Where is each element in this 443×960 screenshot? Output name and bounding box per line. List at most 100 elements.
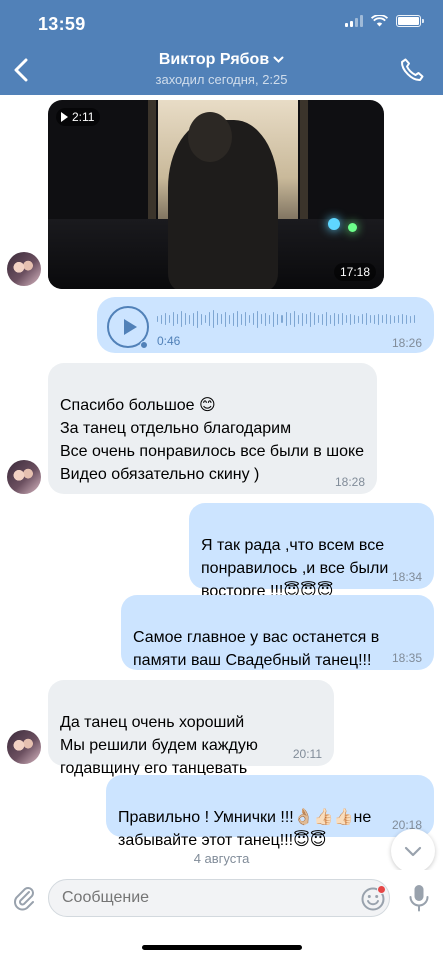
waveform-bar [385, 314, 387, 324]
avatar[interactable] [7, 460, 41, 494]
home-indicator [142, 945, 302, 950]
waveform-bar [281, 315, 283, 323]
avatar[interactable] [7, 730, 41, 764]
waveform-bar [217, 313, 219, 325]
waveform-bar [333, 312, 335, 326]
waveform-bar [185, 313, 187, 325]
waveform-bar [213, 310, 215, 328]
waveform-bar [353, 314, 355, 324]
voice-waveform[interactable] [157, 309, 417, 329]
waveform-bar [197, 310, 199, 328]
waveform-bar [341, 313, 343, 325]
waveform-bar [165, 313, 167, 325]
waveform-bar [321, 313, 323, 325]
wifi-icon [371, 15, 388, 27]
status-time: 13:59 [38, 14, 86, 34]
message-bubble[interactable]: Я так рада ,что всем все понравилось ,и … [189, 503, 434, 600]
message-text: Я так рада ,что всем все понравилось ,и … [201, 537, 389, 600]
voice-duration: 0:46 [157, 334, 181, 348]
message-time: 18:28 [334, 475, 365, 489]
video-duration: 2:11 [72, 110, 95, 124]
signal-icon [345, 15, 363, 27]
waveform-bar [181, 311, 183, 327]
video-message[interactable]: 2:11 17:18 [48, 100, 384, 289]
waveform-bar [397, 315, 399, 323]
message-text: Да танец очень хороший Мы решили будем к… [60, 714, 258, 777]
waveform-bar [293, 311, 295, 327]
message-list[interactable]: 2:11 17:18 0:46 18:26 Спасибо большое 😊 … [0, 95, 443, 873]
waveform-bar [225, 311, 227, 327]
waveform-bar [253, 313, 255, 325]
waveform-bar [357, 315, 359, 323]
waveform-bar [361, 314, 363, 324]
contact-status: заходил сегодня, 2:25 [155, 72, 288, 87]
message-time: 18:34 [391, 570, 422, 584]
waveform-bar [389, 314, 391, 324]
phone-icon [401, 58, 424, 81]
attach-button[interactable] [10, 883, 38, 911]
message-text: Правильно ! Умнички !!!👌🏼👍🏻👍🏻не забывайт… [118, 809, 372, 849]
waveform-bar [201, 313, 203, 325]
status-icons [345, 15, 424, 27]
message-text: Спасибо большое 😊 За танец отдельно благ… [60, 397, 365, 483]
message-time: 17:18 [333, 263, 376, 281]
message-bubble[interactable]: Самое главное у вас останется в памяти в… [121, 595, 434, 670]
voice-message: 0:46 18:26 [97, 297, 434, 353]
waveform-bar [377, 313, 379, 325]
avatar[interactable] [7, 252, 41, 286]
message-input[interactable] [48, 879, 390, 917]
waveform-bar [205, 315, 207, 323]
waveform-bar [393, 315, 395, 323]
waveform-bar [177, 314, 179, 324]
waveform-bar [401, 314, 403, 324]
waveform-bar [261, 314, 263, 324]
message-bubble[interactable]: Да танец очень хороший Мы решили будем к… [48, 680, 334, 777]
message-text: Самое главное у вас останется в памяти в… [133, 629, 380, 669]
waveform-bar [269, 314, 271, 324]
waveform-bar [233, 312, 235, 326]
waveform-bar [329, 314, 331, 324]
waveform-bar [161, 314, 163, 324]
waveform-bar [169, 315, 171, 323]
microphone-icon [409, 885, 429, 912]
waveform-bar [277, 313, 279, 325]
waveform-bar [313, 313, 315, 325]
waveform-bar [297, 314, 299, 324]
waveform-bar [221, 314, 223, 324]
waveform-bar [345, 315, 347, 323]
waveform-bar [409, 315, 411, 323]
waveform-bar [173, 312, 175, 326]
message-bubble[interactable]: Спасибо большое 😊 За танец отдельно благ… [48, 363, 377, 494]
waveform-bar [349, 313, 351, 325]
contact-name-row: Виктор Рябов [159, 51, 284, 69]
waveform-bar [337, 314, 339, 324]
chevron-down-icon [404, 846, 422, 856]
message-time: 18:35 [391, 651, 422, 665]
waveform-bar [193, 312, 195, 326]
waveform-bar [229, 314, 231, 324]
video-duration-badge: 2:11 [56, 108, 101, 126]
waveform-bar [317, 315, 319, 323]
waveform-bar [241, 313, 243, 325]
date-separator: 4 августа [193, 851, 250, 866]
waveform-bar [373, 314, 375, 324]
message-bubble[interactable]: Правильно ! Умнички !!!👌🏼👍🏻👍🏻не забывайт… [106, 775, 434, 849]
waveform-bar [289, 313, 291, 325]
play-icon [123, 319, 137, 335]
waveform-bar [369, 315, 371, 323]
message-composer [0, 870, 443, 960]
voice-record-button[interactable] [405, 883, 433, 913]
battery-icon [396, 15, 424, 27]
waveform-bar [209, 312, 211, 326]
waveform-bar [285, 312, 287, 326]
waveform-bar [237, 311, 239, 327]
contact-info[interactable]: Виктор Рябов заходил сегодня, 2:25 [0, 51, 443, 87]
waveform-bar [257, 310, 259, 328]
waveform-bar [265, 312, 267, 326]
waveform-bar [309, 311, 311, 327]
scroll-down-button[interactable] [391, 829, 435, 873]
message-time: 18:26 [391, 336, 422, 350]
waveform-bar [157, 316, 159, 322]
chat-header: 13:59 Виктор Рябов заходил сегодня, 2:25 [0, 0, 443, 95]
call-button[interactable] [399, 57, 425, 83]
